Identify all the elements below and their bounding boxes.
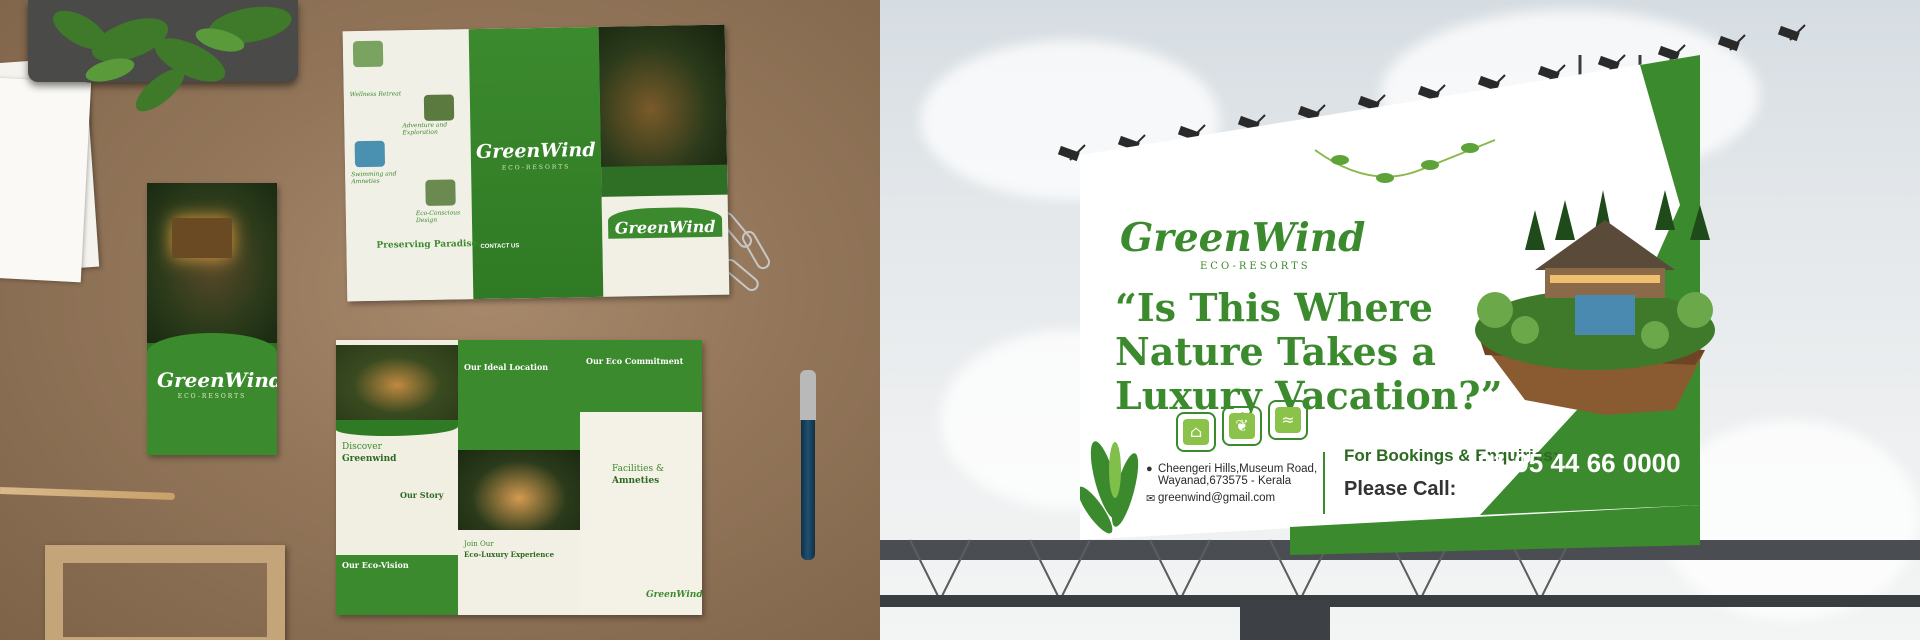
please-call: Please Call: [1344,478,1457,500]
greenwind-heading: Greenwind [342,454,397,464]
location-pin-icon: ● [1146,463,1153,475]
pencil [0,486,176,501]
wooden-frame [45,545,285,640]
brochure-mockup: GreenWind ECO-RESORTS Wellness Retreat A… [0,0,880,640]
amneties-heading: Amneties [612,476,660,486]
brand-logo-inside: GreenWind [646,590,702,600]
plant-decoration [1080,441,1139,534]
email: greenwind@gmail.com [1158,492,1276,504]
brochure-cover-small: GreenWind ECO-RESORTS [147,183,277,455]
paper-clips [720,212,770,291]
email-icon: ✉ [1146,493,1156,505]
brand-sub-small: ECO-RESORTS [177,393,247,400]
brand-logo-back: GreenWind [475,138,596,164]
brand-name: GreenWind [1120,215,1366,261]
eco-commitment-heading: Our Eco Commitment [586,356,684,366]
feature-icon-water: ≈ [1268,400,1308,440]
swimming-label: Swimming and Amneties [351,170,397,186]
address-block: ● Cheengeri Hills,Museum Road, Wayanad,6… [1146,463,1346,505]
address-line-1: Cheengeri Hills,Museum Road, [1158,463,1318,475]
brand-tagline: ECO-RESORTS [1200,261,1311,272]
discover-heading: Discover [342,442,382,452]
brochure-inside: Discover Greenwind Our Story Our Eco-Vis… [336,340,702,615]
feature-icon-leaf: ❦ [1222,406,1262,446]
eco-luxury-heading: Eco-Luxury Experience [464,550,555,559]
brand-logo-small: GreenWind [157,368,277,392]
brand-logo-back2: GreenWind [614,216,716,238]
plant-leaves [53,6,292,112]
wellness-label: Wellness Retreat [349,90,402,99]
adventure-label: Adventure and Exploration [402,121,448,137]
divider [1323,452,1325,514]
preserving-heading: Preserving Paradise [376,239,478,251]
our-story-heading: Our Story [400,490,444,500]
join-our-heading: Join Our [464,540,494,548]
brochure-back: Wellness Retreat Adventure and Explorati… [342,24,730,302]
feature-icon-home: ⌂ [1176,412,1216,452]
ideal-location-heading: Our Ideal Location [464,362,549,372]
resort-island-image [1455,160,1725,420]
billboard-scene: GreenWind ECO-RESORTS “Is This Where Nat… [880,0,1920,640]
contact-heading: CONTACT US [480,243,520,250]
address-line-2: Wayanad,673575 - Kerala [1158,475,1292,487]
eco-design-label: Eco-Conscious Design [415,209,461,225]
phone-number: +91 95 44 66 0000 [1463,448,1681,478]
billboard-logo: GreenWind ECO-RESORTS [1120,215,1366,272]
eco-vision-heading: Our Eco-Vision [342,560,409,570]
facilities-heading: Facilities & [612,464,664,474]
